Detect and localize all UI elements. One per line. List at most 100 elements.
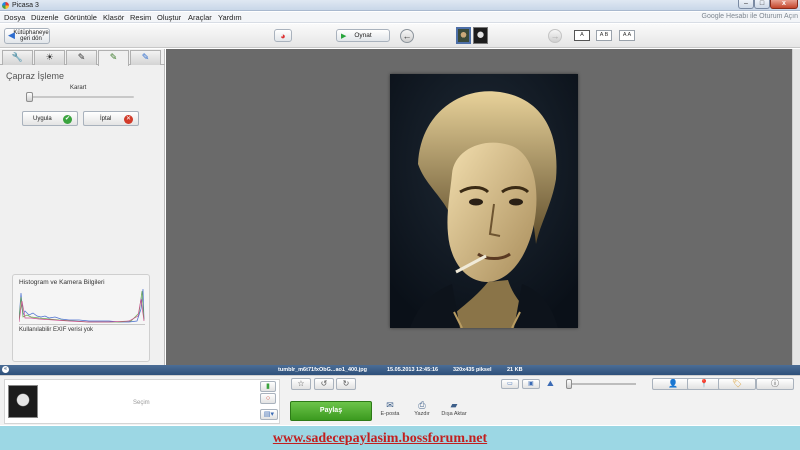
- google-signin-link[interactable]: Google Hesabı ile Oturum Açın: [702, 13, 799, 20]
- folder-export-icon: ▰: [450, 400, 458, 410]
- tags-button[interactable]: 🏷: [718, 378, 756, 390]
- small-thumb-icon: ▭: [507, 381, 513, 387]
- collapse-icon[interactable]: «: [2, 366, 9, 373]
- darken-slider-track[interactable]: [29, 96, 134, 98]
- map-pin-icon: 📍: [699, 379, 709, 388]
- brush-effects-icon: ✎: [109, 52, 118, 62]
- back-to-library-button[interactable]: ◀ Kütüphaneye geri dön: [4, 28, 50, 44]
- caption-size-medium-button[interactable]: A B: [596, 30, 612, 41]
- file-dimensions: 320x435 piksel: [453, 367, 492, 373]
- clear-button[interactable]: ○: [260, 393, 276, 404]
- menu-folder[interactable]: Klasör: [103, 13, 124, 22]
- close-button[interactable]: x: [770, 0, 798, 9]
- cancel-button[interactable]: İptal ✕: [83, 111, 139, 126]
- thumb-small-button[interactable]: ▭: [501, 379, 519, 389]
- menu-help[interactable]: Yardım: [218, 13, 242, 22]
- selected-photo-thumb[interactable]: [8, 385, 38, 418]
- envelope-icon: ✉: [386, 400, 394, 410]
- tag-icon: 🏷: [731, 379, 743, 388]
- window-title: Picasa 3: [12, 2, 39, 9]
- x-icon: ✕: [124, 115, 133, 124]
- forum-link[interactable]: www.sadecepaylasim.bossforum.net: [0, 431, 760, 447]
- info-icon: ⓘ: [771, 379, 779, 388]
- exif-status: Kullanılabilir EXIF verisi yok: [19, 327, 94, 333]
- album-dropdown-icon: ▤▾: [263, 411, 275, 418]
- brush-more-icon: ✎: [141, 52, 150, 62]
- rotate-left-button[interactable]: ↺: [314, 378, 334, 390]
- portrait-image: [390, 74, 578, 328]
- rotate-right-button[interactable]: ↻: [336, 378, 356, 390]
- menu-file[interactable]: Dosya: [4, 13, 25, 22]
- arrow-left-icon: ←: [402, 31, 412, 41]
- rotate-right-icon: ↻: [342, 379, 350, 388]
- filmstrip: [418, 27, 542, 45]
- tab-tuning[interactable]: ☀: [34, 50, 65, 65]
- cancel-label: İptal: [100, 116, 112, 122]
- selection-label: Seçim: [133, 400, 150, 406]
- back-arrow-icon: ◀: [8, 30, 15, 40]
- file-size: 21 KB: [507, 367, 523, 373]
- printer-icon: ⎙: [418, 400, 426, 410]
- photo-info-bar: « tumblr_m6t71fxObG...ao1_400.jpg 15.05.…: [0, 365, 800, 375]
- caption-size-large-button[interactable]: A A: [619, 30, 635, 41]
- thumb-large-button[interactable]: ▣: [522, 379, 540, 389]
- previous-photo-button[interactable]: ←: [400, 29, 414, 43]
- forum-banner: www.sadecepaylasim.bossforum.net: [0, 426, 800, 450]
- export-button[interactable]: ▰ Dışa Aktar: [436, 400, 472, 417]
- arrow-right-icon: →: [550, 31, 560, 41]
- pin-icon: ▮: [266, 383, 270, 390]
- email-button[interactable]: ✉ E-posta: [372, 400, 408, 417]
- apply-button[interactable]: Uygula ✔: [22, 111, 78, 126]
- add-to-album-button[interactable]: ▤▾: [260, 409, 278, 420]
- photo-tray: Seçim ▮ ○ ▤▾ ☆ ↺ ↻ Paylaş ✉ E-posta ⎙ Ya…: [0, 375, 800, 425]
- menu-edit[interactable]: Düzenle: [31, 13, 59, 22]
- apply-label: Uygula: [33, 116, 52, 122]
- file-name: tumblr_m6t71fxObG...ao1_400.jpg: [278, 367, 367, 373]
- filmstrip-thumb[interactable]: [473, 27, 488, 44]
- edit-panel: 🔧 ☀ ✎ ✎ ✎ Çapraz İşleme Karart Uygula ✔ …: [0, 49, 165, 365]
- color-wheel-button[interactable]: ◕: [274, 29, 292, 42]
- email-label: E-posta: [380, 411, 400, 417]
- wrench-icon: 🔧: [11, 52, 24, 62]
- menu-view[interactable]: Görüntüle: [64, 13, 97, 22]
- filmstrip-thumb-current[interactable]: [456, 27, 471, 44]
- darken-slider-thumb[interactable]: [26, 92, 33, 102]
- menu-picture[interactable]: Resim: [130, 13, 151, 22]
- menu-bar: Dosya Düzenle Görüntüle Klasör Resim Olu…: [0, 12, 800, 23]
- zoom-slider-thumb[interactable]: [566, 379, 572, 389]
- caption-size-small-button[interactable]: A: [574, 30, 590, 41]
- minimize-button[interactable]: –: [738, 0, 754, 9]
- maximize-button[interactable]: □: [754, 0, 770, 9]
- info-button[interactable]: ⓘ: [756, 378, 794, 390]
- histogram-panel: Histogram ve Kamera Bilgileri Kullanılab…: [12, 274, 150, 362]
- tab-basic-fixes[interactable]: 🔧: [2, 50, 33, 65]
- person-icon: 👤: [668, 379, 678, 388]
- zoom-icon: ⛰: [547, 379, 554, 388]
- star-icon: ☆: [297, 379, 305, 388]
- photo-canvas: [166, 49, 800, 365]
- edited-photo[interactable]: [390, 74, 578, 328]
- print-button[interactable]: ⎙ Yazdır: [404, 400, 440, 417]
- menu-tools[interactable]: Araçlar: [188, 13, 212, 22]
- export-label: Dışa Aktar: [441, 411, 467, 417]
- share-button[interactable]: Paylaş: [290, 401, 372, 421]
- check-icon: ✔: [63, 115, 72, 124]
- tab-effects[interactable]: ✎: [66, 50, 97, 65]
- selection-tray: Seçim: [4, 379, 280, 424]
- places-button[interactable]: 📍: [687, 378, 721, 390]
- canvas-scrollbar[interactable]: [792, 49, 800, 365]
- color-wheel-icon: ◕: [280, 30, 286, 41]
- hold-button[interactable]: ▮: [260, 381, 276, 392]
- title-bar: Picasa 3 – □ x: [0, 0, 800, 11]
- menu-create[interactable]: Oluştur: [157, 13, 181, 22]
- play-slideshow-button[interactable]: ▶ Oynat: [336, 29, 390, 42]
- tab-effects-3[interactable]: ✎: [130, 50, 161, 65]
- file-datetime: 15.05.2013 12:45:16: [387, 367, 439, 373]
- zoom-slider-track[interactable]: [566, 383, 636, 385]
- star-button[interactable]: ☆: [291, 378, 311, 390]
- tab-effects-2[interactable]: ✎: [98, 50, 129, 66]
- rotate-left-icon: ↺: [320, 379, 328, 388]
- next-photo-button[interactable]: →: [548, 29, 562, 43]
- picasa-logo-icon: [2, 2, 9, 9]
- main-toolbar: ◀ Kütüphaneye geri dön ◕ ▶ Oynat ← → A A…: [0, 24, 800, 48]
